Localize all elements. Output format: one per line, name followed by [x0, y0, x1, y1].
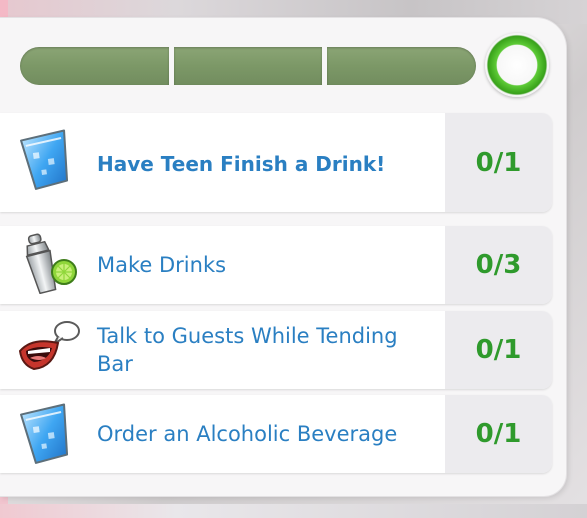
- glass-of-water-icon: [20, 129, 69, 190]
- task-main: Order an Alcoholic Beverage: [0, 395, 445, 473]
- cocktail-shaker-lime-icon: [25, 233, 77, 294]
- task-row[interactable]: Talk to Guests While Tending Bar 0/1: [0, 311, 552, 389]
- task-label: Have Teen Finish a Drink!: [97, 152, 386, 176]
- task-count: 0/3: [445, 226, 552, 304]
- task-label: Order an Alcoholic Beverage: [97, 422, 398, 446]
- task-row[interactable]: Have Teen Finish a Drink! 0/1: [0, 113, 552, 212]
- progress-segment: [20, 47, 169, 85]
- task-main: Make Drinks: [0, 226, 445, 304]
- progress-bar: [20, 47, 477, 85]
- task-count: 0/1: [445, 395, 552, 473]
- task-label: Make Drinks: [97, 253, 227, 277]
- task-count: 0/1: [445, 113, 552, 212]
- task-main: Talk to Guests While Tending Bar: [0, 311, 445, 389]
- glass-of-water-icon: [20, 403, 69, 464]
- progress-segment: [173, 47, 323, 85]
- background-bottom-strip: [0, 504, 587, 518]
- completion-ring-icon: [485, 33, 549, 97]
- task-label: Talk to Guests While Tending Bar: [97, 324, 398, 376]
- talking-mouth-icon: [18, 321, 80, 371]
- progress-segment: [327, 47, 477, 85]
- task-main: Have Teen Finish a Drink!: [0, 113, 445, 212]
- task-row[interactable]: Order an Alcoholic Beverage 0/1: [0, 395, 552, 473]
- task-count: 0/1: [445, 311, 552, 389]
- task-row[interactable]: Make Drinks 0/3: [0, 226, 552, 304]
